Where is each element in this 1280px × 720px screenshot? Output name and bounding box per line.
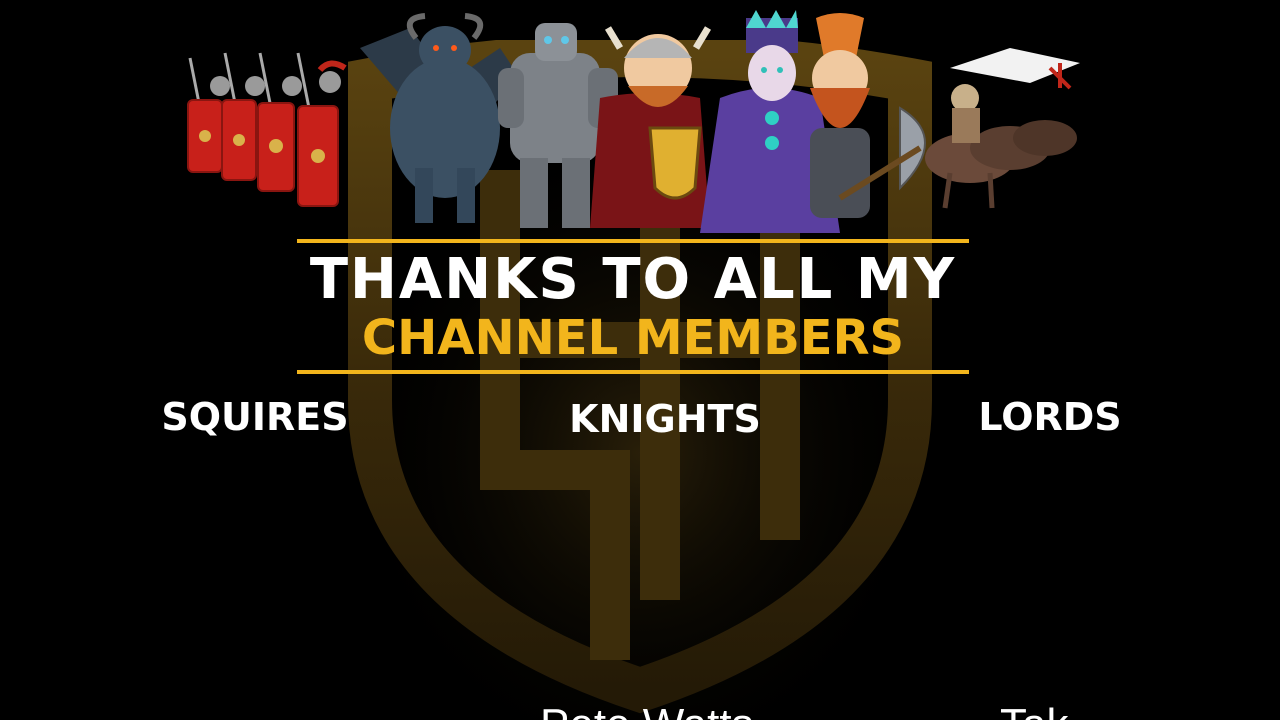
- lord-member-name: Tak: [1000, 700, 1068, 720]
- fantasy-characters-banner: [180, 8, 1100, 238]
- tier-heading-lords: LORDS: [978, 395, 1122, 439]
- tier-heading-knights: KNIGHTS: [569, 397, 761, 441]
- knight-member-name: Pete Watts: [540, 700, 754, 720]
- dwarf-axe-icon: [810, 13, 926, 218]
- legionaries-icon: [187, 52, 347, 207]
- title-line-1: THANKS TO ALL MY: [309, 247, 957, 312]
- dwarf-knight-icon: [590, 26, 712, 228]
- tier-heading-squires: SQUIRES: [161, 395, 349, 439]
- cavalry-icon: [925, 48, 1080, 209]
- demon-icon: [360, 13, 520, 223]
- credits-screen: THANKS TO ALL MY CHANNEL MEMBERS SQUIRES…: [0, 0, 1280, 720]
- title-rule-bottom: [297, 370, 969, 374]
- title-line-2: CHANNEL MEMBERS: [361, 310, 905, 366]
- title-rule-top: [297, 239, 969, 243]
